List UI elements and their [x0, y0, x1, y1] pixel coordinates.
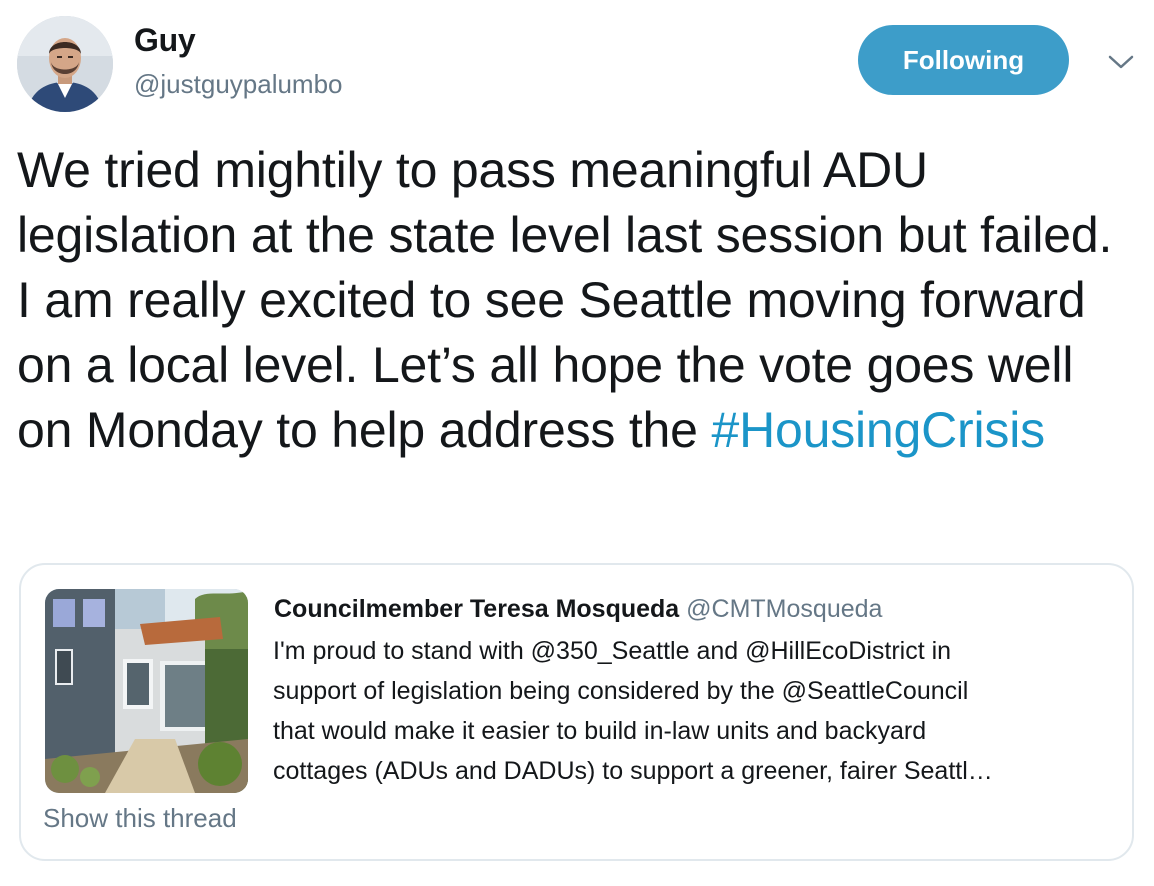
quoted-tweet-line: support of legislation being considered …	[273, 677, 969, 705]
show-thread-link[interactable]: Show this thread	[43, 803, 237, 834]
author-handle[interactable]: @justguypalumbo	[134, 69, 343, 100]
quoted-tweet-line: I'm proud to stand with @350_Seattle and…	[273, 637, 952, 665]
chevron-down-icon[interactable]	[1106, 50, 1136, 74]
tweet-text: We tried mightily to pass meaningful ADU…	[17, 138, 1127, 463]
quoted-tweet-text: I'm proud to stand with @350_Seattle and…	[273, 631, 1073, 791]
quoted-tweet-thumbnail[interactable]	[45, 589, 248, 793]
following-button[interactable]: Following	[858, 25, 1069, 95]
avatar-photo-icon	[17, 16, 113, 112]
author-avatar[interactable]	[17, 16, 113, 112]
author-display-name[interactable]: Guy	[134, 22, 196, 59]
quoted-handle[interactable]: @CMTMosqueda	[686, 595, 882, 623]
quoted-tweet-line: cottages (ADUs and DADUs) to support a g…	[273, 757, 993, 785]
quoted-tweet-line: that would make it easier to build in-la…	[273, 717, 927, 745]
quoted-tweet-header: Councilmember Teresa Mosqueda @CMTMosque…	[274, 595, 882, 624]
hashtag-link[interactable]: #HousingCrisis	[711, 402, 1045, 458]
quoted-display-name[interactable]: Councilmember Teresa Mosqueda	[274, 595, 679, 623]
house-photo-icon	[45, 589, 248, 793]
